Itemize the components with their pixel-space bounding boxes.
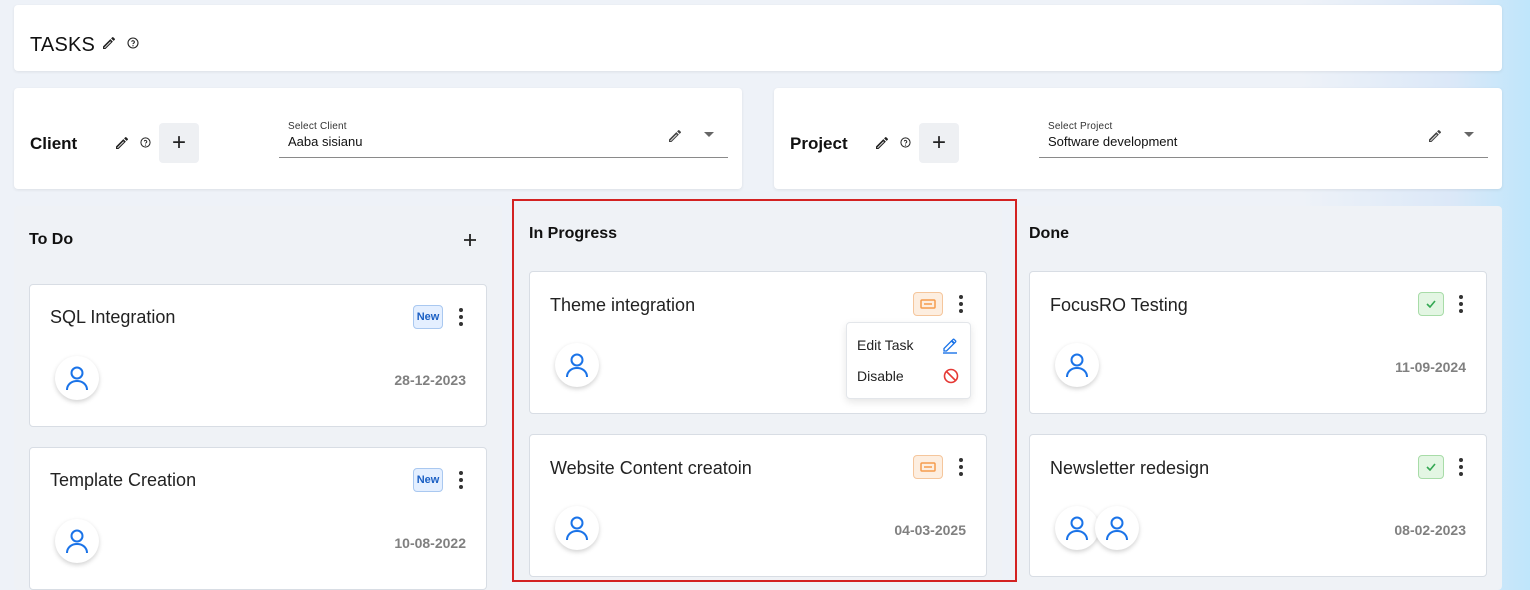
task-title: Newsletter redesign xyxy=(1050,458,1210,478)
pencil-icon[interactable] xyxy=(667,128,683,144)
avatar[interactable] xyxy=(555,343,599,387)
user-icon xyxy=(1106,516,1128,541)
project-select[interactable]: Select Project Software development xyxy=(1039,118,1488,158)
chevron-down-icon[interactable] xyxy=(1464,132,1474,137)
ticket-icon xyxy=(913,292,943,316)
column-title: Done xyxy=(1029,225,1069,242)
project-select-label: Select Project xyxy=(1048,121,1113,132)
status-badge: New xyxy=(413,305,443,329)
avatar[interactable] xyxy=(1055,343,1099,387)
add-project-button[interactable]: + xyxy=(919,123,959,163)
task-date: 11-09-2024 xyxy=(1395,359,1466,375)
task-context-menu: Edit Task Disable xyxy=(846,322,971,399)
check-icon xyxy=(1418,455,1444,479)
pencil-icon[interactable] xyxy=(874,135,890,151)
avatar[interactable] xyxy=(55,519,99,563)
column-done: Done FocusRO Testing 11-09-2024 Newslett… xyxy=(1014,206,1502,590)
chevron-down-icon[interactable] xyxy=(704,132,714,137)
user-icon xyxy=(566,516,588,541)
block-icon[interactable] xyxy=(943,368,959,384)
task-card[interactable]: SQL Integration New 28-12-2023 xyxy=(29,284,487,427)
kebab-icon[interactable] xyxy=(956,292,966,316)
task-card[interactable]: FocusRO Testing 11-09-2024 xyxy=(1029,271,1487,414)
user-icon xyxy=(566,353,588,378)
task-title: SQL Integration xyxy=(50,307,176,327)
plus-icon: + xyxy=(931,129,946,156)
client-label: Client xyxy=(30,134,78,153)
task-date: 04-03-2025 xyxy=(894,522,966,538)
help-icon[interactable] xyxy=(140,137,151,148)
client-panel: Client + Select Client Aaba sisianu xyxy=(14,88,742,189)
avatar[interactable] xyxy=(1095,506,1139,550)
kebab-icon[interactable] xyxy=(956,455,966,479)
task-card[interactable]: Website Content creatoin 04-03-2025 xyxy=(529,434,987,577)
kebab-icon[interactable] xyxy=(456,305,466,329)
client-select-value: Aaba sisianu xyxy=(288,134,363,149)
plus-icon: + xyxy=(171,129,186,156)
page-title: TASKS xyxy=(30,34,96,56)
status-badge: New xyxy=(413,468,443,492)
column-title: In Progress xyxy=(529,225,618,242)
kebab-icon[interactable] xyxy=(1456,292,1466,316)
task-card[interactable]: Template Creation New 10-08-2022 xyxy=(29,447,487,590)
task-date: 28-12-2023 xyxy=(394,372,466,388)
client-select-label: Select Client xyxy=(288,121,347,132)
user-icon xyxy=(66,366,88,391)
add-task-button[interactable] xyxy=(462,232,478,248)
avatar[interactable] xyxy=(1055,506,1099,550)
page-header: TASKS xyxy=(14,5,1502,71)
task-title: FocusRO Testing xyxy=(1050,295,1188,315)
edit-icon[interactable] xyxy=(942,336,958,354)
help-icon[interactable] xyxy=(127,37,139,49)
edit-task-menu-item[interactable]: Edit Task xyxy=(857,337,914,353)
user-icon xyxy=(1066,353,1088,378)
column-title: To Do xyxy=(29,231,74,248)
user-icon xyxy=(1066,516,1088,541)
check-icon xyxy=(1418,292,1444,316)
task-title: Theme integration xyxy=(550,295,696,315)
user-icon xyxy=(66,529,88,554)
task-date: 10-08-2022 xyxy=(394,535,466,551)
help-icon[interactable] xyxy=(900,137,911,148)
disable-menu-item[interactable]: Disable xyxy=(857,368,904,384)
kebab-icon[interactable] xyxy=(456,468,466,492)
avatar[interactable] xyxy=(55,356,99,400)
task-title: Template Creation xyxy=(50,470,197,490)
kebab-icon[interactable] xyxy=(1456,455,1466,479)
task-card[interactable]: Newsletter redesign 08-02-2023 xyxy=(1029,434,1487,577)
project-label: Project xyxy=(790,134,848,153)
add-client-button[interactable]: + xyxy=(159,123,199,163)
pencil-icon[interactable] xyxy=(114,135,130,151)
avatar[interactable] xyxy=(555,506,599,550)
task-date: 08-02-2023 xyxy=(1394,522,1466,538)
pencil-icon[interactable] xyxy=(1427,128,1443,144)
column-todo: To Do SQL Integration New 28-12-2023 Tem… xyxy=(14,206,502,590)
project-select-value: Software development xyxy=(1048,134,1178,149)
task-title: Website Content creatoin xyxy=(550,458,752,478)
ticket-icon xyxy=(913,455,943,479)
project-panel: Project + Select Project Software develo… xyxy=(774,88,1502,189)
pencil-icon[interactable] xyxy=(101,35,117,51)
client-select[interactable]: Select Client Aaba sisianu xyxy=(279,118,728,158)
